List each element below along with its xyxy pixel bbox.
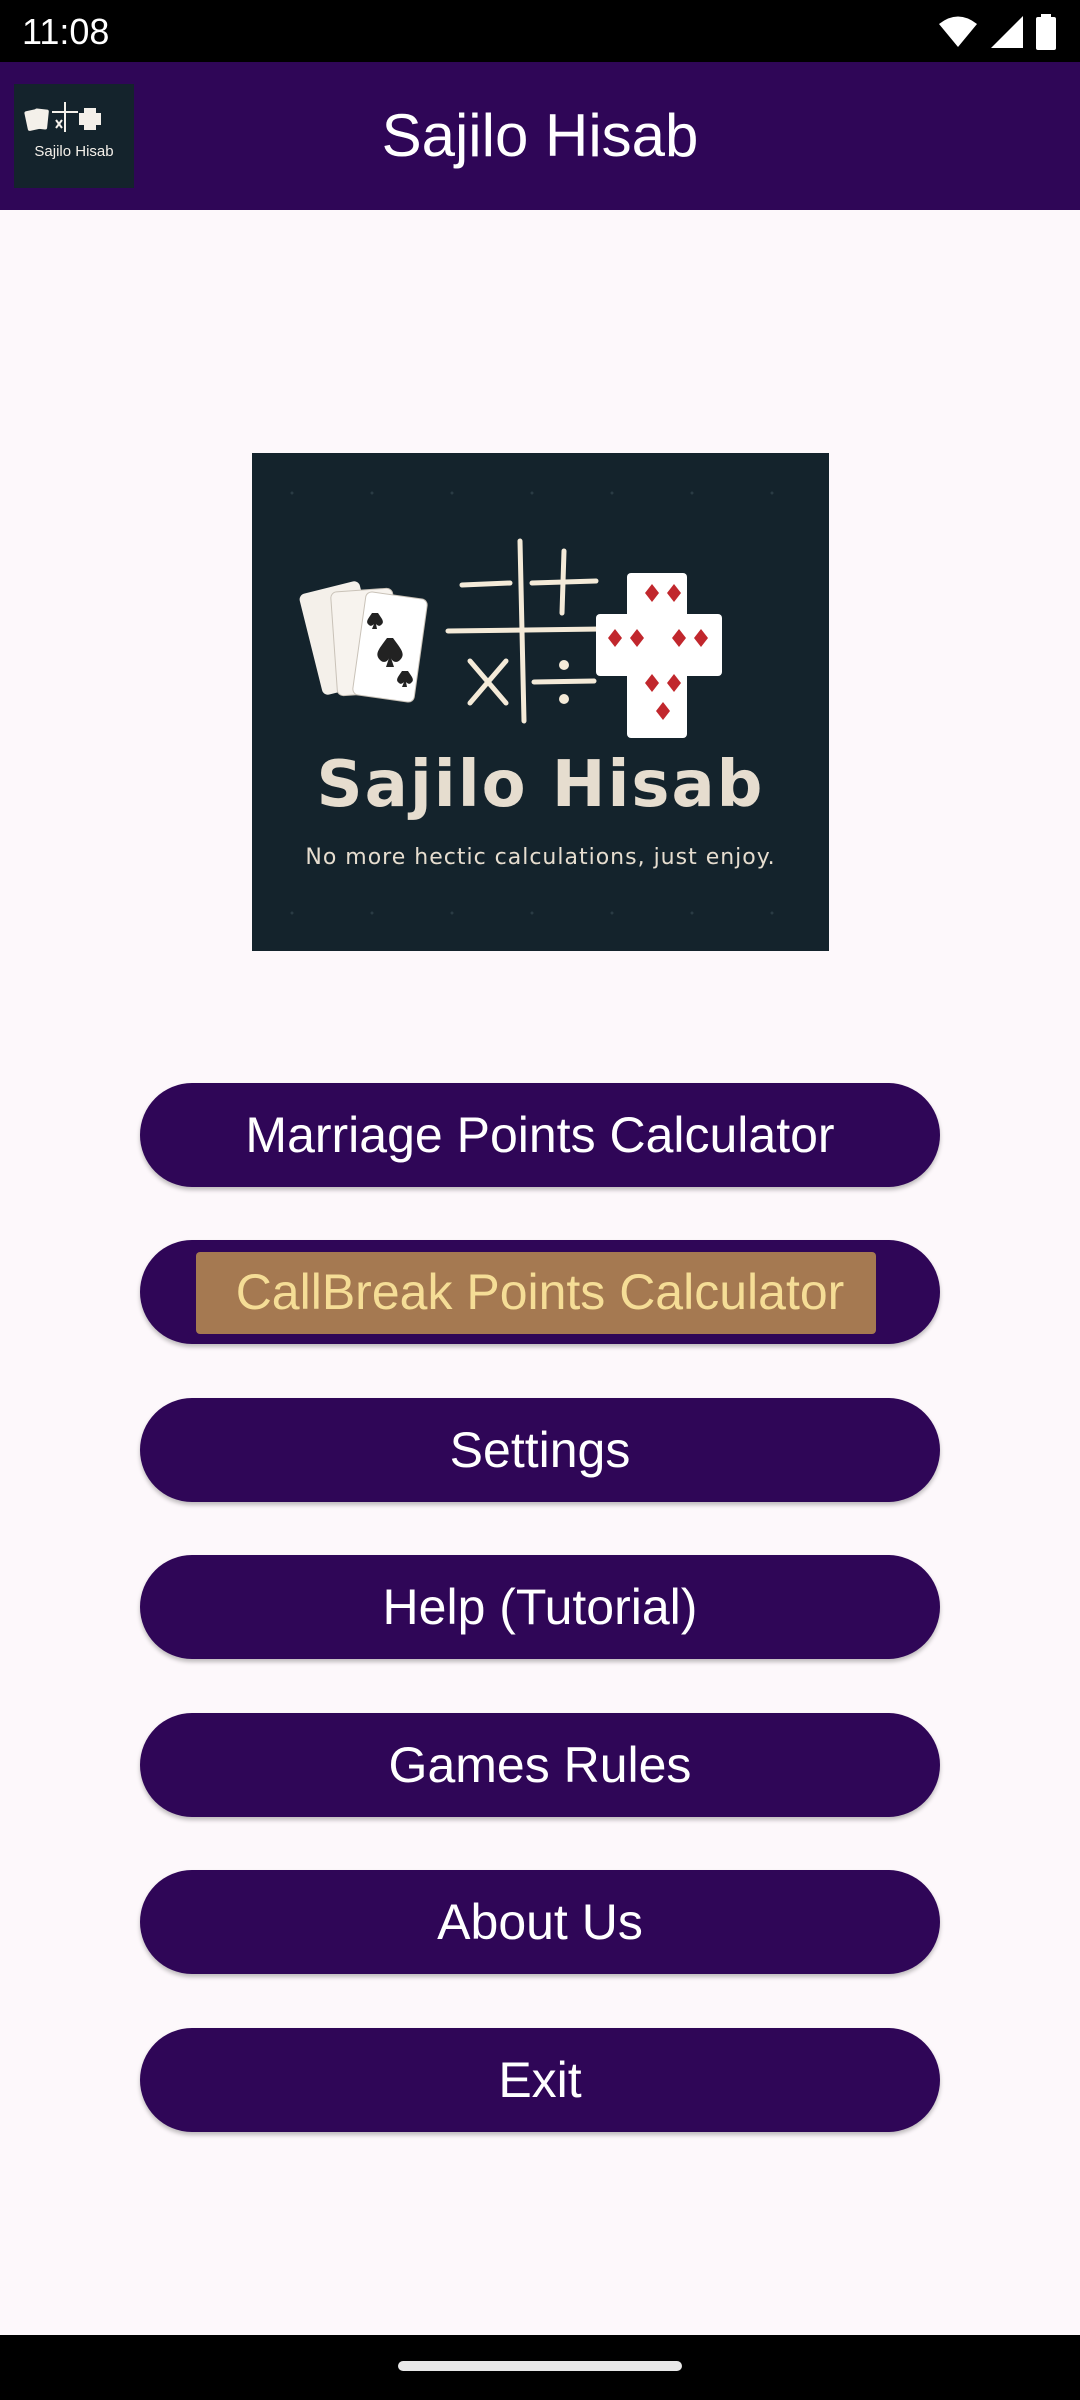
app-bar: Sajilo Hisab Sajilo Hisab	[0, 62, 1080, 210]
status-bar: 11:08	[0, 0, 1080, 62]
marriage-points-calculator-label: Marriage Points Calculator	[245, 1107, 835, 1163]
help-tutorial-button[interactable]: Help (Tutorial)	[140, 1555, 940, 1659]
banner-title: Sajilo Hisab	[316, 748, 765, 822]
app-title: Sajilo Hisab	[381, 102, 699, 169]
callbreak-points-calculator-button[interactable]: CallBreak Points Calculator	[140, 1240, 940, 1344]
banner-graphic	[290, 491, 774, 915]
help-tutorial-label: Help (Tutorial)	[382, 1579, 698, 1635]
games-rules-label: Games Rules	[388, 1737, 692, 1793]
marriage-points-calculator-button[interactable]: Marriage Points Calculator	[140, 1083, 940, 1187]
system-nav-bar	[0, 2335, 1080, 2400]
status-icons	[938, 12, 1056, 52]
signal-icon	[991, 16, 1023, 48]
banner-tagline: No more hectic calculations, just enjoy.	[305, 845, 776, 870]
banner-image: Sajilo Hisab No more hectic calculations…	[252, 453, 829, 951]
settings-label: Settings	[449, 1422, 631, 1478]
about-us-label: About Us	[437, 1894, 643, 1950]
callbreak-points-calculator-label: CallBreak Points Calculator	[235, 1264, 845, 1320]
about-us-button[interactable]: About Us	[140, 1870, 940, 1974]
battery-icon	[1036, 14, 1056, 50]
app-logo: Sajilo Hisab	[14, 84, 134, 188]
settings-button[interactable]: Settings	[140, 1398, 940, 1502]
app-logo-text: Sajilo Hisab	[34, 143, 113, 160]
home-indicator[interactable]	[398, 2361, 682, 2371]
status-time: 11:08	[22, 11, 110, 52]
exit-button[interactable]: Exit	[140, 2028, 940, 2132]
wifi-icon	[939, 16, 977, 47]
games-rules-button[interactable]: Games Rules	[140, 1713, 940, 1817]
exit-label: Exit	[498, 2052, 582, 2108]
